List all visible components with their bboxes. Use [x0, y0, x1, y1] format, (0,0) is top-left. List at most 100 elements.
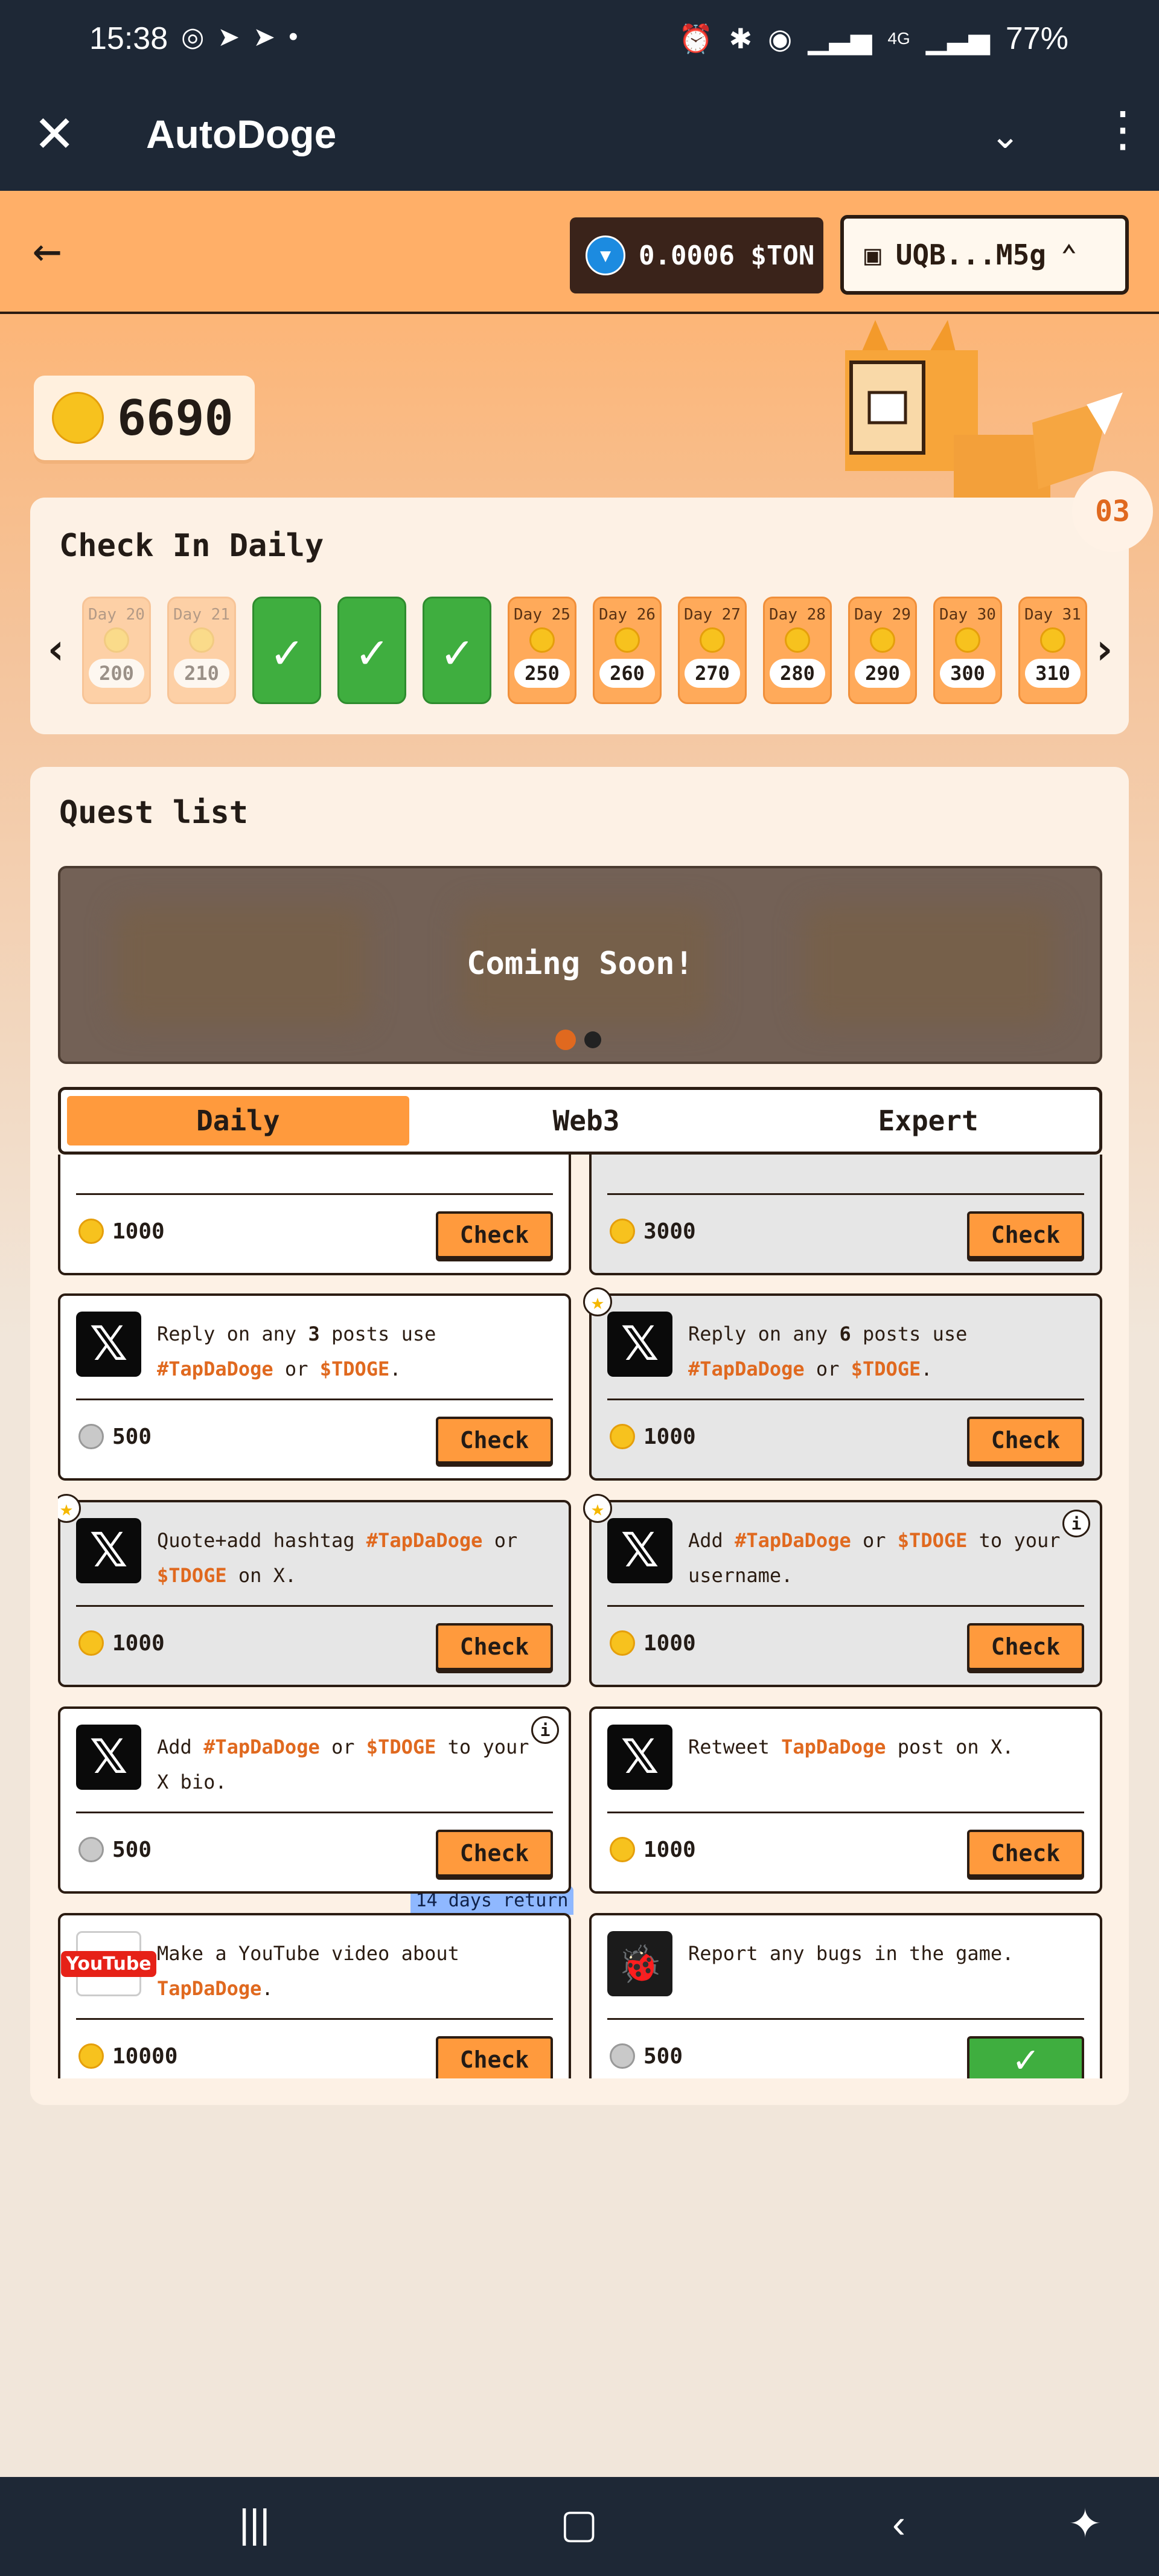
ton-balance: 0.0006 $TON: [639, 240, 815, 271]
accessibility-icon[interactable]: ✦: [1068, 2504, 1102, 2543]
quest-description: Make a YouTube video about TapDaDoge.: [157, 1942, 459, 2000]
checkin-day[interactable]: Day 26 260: [593, 597, 662, 704]
bug-icon: 🐞: [607, 1931, 672, 1996]
checkin-day-reward: 290: [855, 659, 910, 688]
back-arrow-icon[interactable]: ←: [33, 226, 62, 274]
divider: [76, 1193, 553, 1195]
home-icon[interactable]: ▢: [560, 2504, 598, 2543]
checkin-day[interactable]: Day 20 200: [82, 597, 151, 704]
ton-balance-pill[interactable]: ▼ 0.0006 $TON: [570, 217, 823, 293]
status-time: 15:38: [89, 21, 168, 56]
check-button[interactable]: Check: [436, 1830, 553, 1877]
chevron-right-icon[interactable]: ›: [1091, 628, 1117, 670]
quest-completed-button[interactable]: ✓: [967, 2036, 1084, 2078]
tab-web3[interactable]: Web3: [415, 1090, 758, 1152]
checkin-day-reward: 210: [174, 659, 229, 688]
wallet-pill[interactable]: ▣ UQB...M5g ⌃: [840, 215, 1129, 295]
chevron-left-icon[interactable]: ‹: [43, 628, 69, 670]
checkin-day[interactable]: ✓: [423, 597, 491, 704]
quest-reward-value: 1000: [643, 1424, 696, 1449]
checkin-day-label: Day 30: [939, 606, 996, 624]
quest-reward: 500: [78, 1424, 152, 1449]
signal-icon: ▁▃▅: [808, 23, 872, 54]
checkin-day[interactable]: ✓: [337, 597, 406, 704]
coin-icon: [615, 627, 640, 653]
status-left-icons: ◎ ➤ ➤ •: [181, 22, 298, 53]
checkin-day[interactable]: Day 28 280: [763, 597, 832, 704]
divider: [76, 2018, 553, 2020]
chevron-down-icon[interactable]: ⌄: [990, 115, 1020, 157]
quest-reward: 10000: [78, 2043, 177, 2069]
recent-apps-icon[interactable]: |||: [239, 2504, 270, 2543]
check-button[interactable]: Check: [967, 1417, 1084, 1464]
checkin-day-label: Day 20: [88, 606, 145, 624]
ton-icon: ▼: [586, 235, 625, 275]
check-button[interactable]: Check: [436, 1417, 553, 1464]
status-right-icons: ⏰ ✱ ◉ ▁▃▅ 4G ▁▃▅ 77%: [678, 21, 1068, 57]
quest-reward: 500: [78, 1837, 152, 1862]
tab-expert[interactable]: Expert: [757, 1090, 1099, 1152]
checkin-streak-badge: 03: [1072, 471, 1153, 552]
coin-icon: [78, 1219, 104, 1244]
quest-description: Reply on any 3 posts use #TapDaDoge or $…: [157, 1322, 436, 1380]
pagination-dot-active[interactable]: [555, 1030, 576, 1050]
checkin-day[interactable]: ✓: [252, 597, 321, 704]
chevron-up-icon: ⌃: [1060, 239, 1078, 271]
coin-icon: [104, 627, 129, 653]
coin-icon: [610, 1219, 635, 1244]
close-icon[interactable]: ✕: [33, 109, 75, 159]
quest-tabs: Daily Web3 Expert: [58, 1087, 1102, 1155]
checkin-day-label: Day 21: [173, 606, 230, 624]
quest-reward: 500: [610, 2043, 683, 2069]
quest-reward-value: 3000: [643, 1219, 696, 1244]
promo-banner[interactable]: Coming Soon!: [58, 866, 1102, 1064]
checkmark-icon: ✓: [272, 624, 302, 680]
pagination-dot[interactable]: [584, 1031, 601, 1048]
checkin-day[interactable]: Day 27 270: [678, 597, 747, 704]
banner-pagination: [555, 1030, 601, 1050]
check-button[interactable]: Check: [436, 1211, 553, 1258]
coin-icon: [610, 2043, 635, 2069]
checkin-day[interactable]: Day 21 210: [167, 597, 236, 704]
quest-reward: 1000: [610, 1837, 696, 1862]
quest-reward-value: 500: [112, 1424, 152, 1449]
quest-reward-value: 500: [643, 2043, 683, 2069]
checkin-day-label: Day 27: [684, 606, 741, 624]
quest-description: Add #TapDaDoge or $TDOGE to your usernam…: [688, 1529, 1061, 1587]
checkin-day[interactable]: Day 25 250: [508, 597, 576, 704]
tab-daily[interactable]: Daily: [67, 1096, 409, 1145]
coin-icon: [700, 627, 725, 653]
check-button[interactable]: Check: [436, 1623, 553, 1670]
x-logo-icon: 𝕏: [607, 1725, 672, 1790]
page-title: AutoDoge: [146, 112, 337, 156]
check-button[interactable]: Check: [436, 2036, 553, 2078]
quest-item: 🐞 Report any bugs in the game. 500 ✓: [589, 1913, 1102, 2078]
checkin-day[interactable]: Day 31 310: [1018, 597, 1087, 704]
coin-balance: 6690: [34, 376, 255, 460]
quest-description: Add #TapDaDoge or $TDOGE to your X bio.: [157, 1735, 529, 1793]
checkin-day-label: Day 25: [514, 606, 570, 624]
quest-reward: 1000: [610, 1630, 696, 1656]
checkin-day-reward: 200: [89, 659, 144, 688]
checkin-day[interactable]: Day 30 300: [933, 597, 1002, 704]
quest-reward: 3000: [610, 1219, 696, 1244]
quest-title: Quest list: [59, 795, 249, 831]
checkin-day[interactable]: Day 29 290: [848, 597, 917, 704]
back-icon[interactable]: ‹: [892, 2504, 905, 2543]
check-button[interactable]: Check: [967, 1211, 1084, 1258]
quest-item: 𝕏 Reply on any 3 posts use #TapDaDoge or …: [58, 1293, 571, 1481]
star-icon: ★: [583, 1287, 612, 1316]
check-button[interactable]: Check: [967, 1623, 1084, 1670]
divider: [76, 1812, 553, 1813]
info-icon[interactable]: i: [1062, 1510, 1090, 1537]
coin-icon: [870, 627, 895, 653]
check-button[interactable]: Check: [967, 1830, 1084, 1877]
alarm-icon: ⏰: [678, 22, 714, 54]
telegram-icon: ➤: [253, 22, 276, 52]
checkin-day-label: Day 31: [1024, 606, 1081, 624]
info-icon[interactable]: i: [531, 1716, 559, 1744]
wallet-icon: ▣: [864, 239, 881, 271]
quest-reward: 1000: [610, 1424, 696, 1449]
divider: [607, 2018, 1084, 2020]
more-icon[interactable]: ⋮: [1099, 105, 1147, 153]
